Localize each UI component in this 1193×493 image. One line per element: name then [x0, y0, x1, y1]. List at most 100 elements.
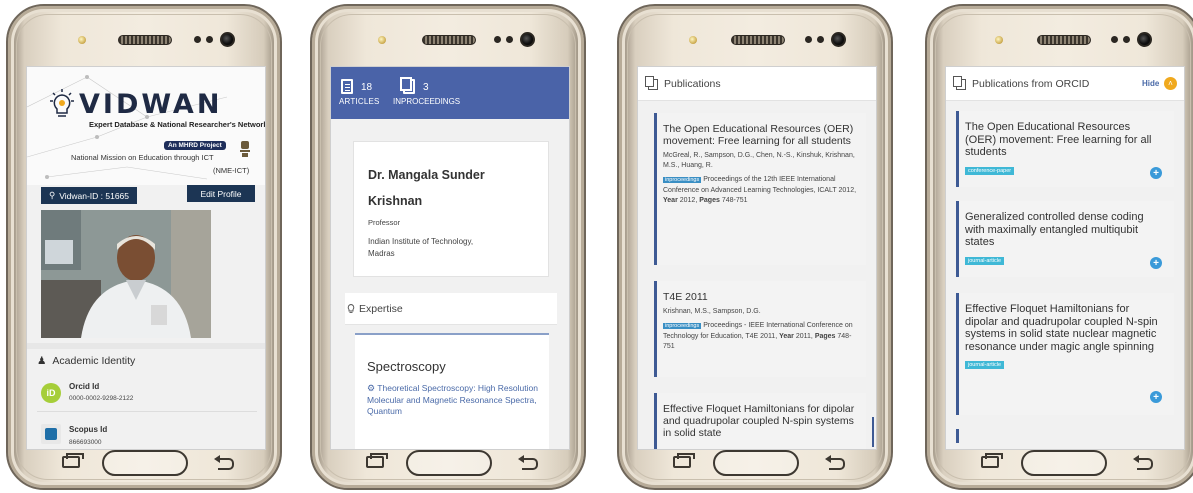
publication-item[interactable]: Effective Floquet Hamiltonians for dipol…	[654, 393, 866, 449]
year-value: 2012,	[679, 197, 698, 204]
vidwan-logo-text: VIDWAN	[79, 89, 223, 120]
sensor-dot	[506, 36, 513, 43]
recent-apps-icon[interactable]	[62, 453, 84, 468]
articles-label[interactable]: ARTICLES	[339, 97, 380, 106]
gear-icon: ⚙	[367, 383, 376, 393]
article-icon	[341, 79, 353, 94]
orcid-value[interactable]: 0000-0002-9298-2122	[69, 395, 133, 402]
speaker-grille	[1037, 35, 1091, 45]
orcid-publication-title[interactable]: Generalized controlled dense coding with…	[959, 201, 1174, 249]
home-button[interactable]	[406, 450, 492, 476]
home-button[interactable]	[1021, 450, 1107, 476]
orcid-publication-title[interactable]: Effective Floquet Hamiltonians for dipol…	[959, 293, 1174, 353]
recent-apps-icon[interactable]	[366, 453, 388, 468]
orcid-publication-item[interactable]: Effective Floquet Hamiltonians for dipol…	[956, 293, 1174, 415]
logo-subtitle: Expert Database & National Researcher's …	[89, 120, 266, 129]
sensor-dot	[805, 36, 812, 43]
add-icon[interactable]: +	[1150, 257, 1162, 269]
publications-title: Publications	[664, 78, 721, 90]
front-camera-icon	[220, 32, 235, 47]
back-icon[interactable]	[825, 454, 845, 470]
publication-title[interactable]: T4E 2011	[657, 281, 866, 303]
year-value: 2011,	[795, 332, 813, 340]
publication-title[interactable]: The Open Educational Resources (OER) mov…	[657, 113, 866, 147]
vidwan-id-badge: ⚲ Vidwan-ID : 51665	[41, 187, 137, 204]
person-icon: ♟	[37, 355, 47, 367]
scrollbar[interactable]	[872, 417, 874, 447]
expertise-topic-link[interactable]: ⚙ Theoretical Spectroscopy: High Resolut…	[367, 383, 543, 418]
researcher-institution: Indian Institute of Technology, Madras	[368, 237, 474, 258]
phone-frame-2: 18 ARTICLES 3 INPROCEEDINGS Dr. Mangala …	[310, 4, 586, 490]
publication-title[interactable]: Effective Floquet Hamiltonians for dipol…	[657, 393, 866, 439]
sensor-icon	[995, 36, 1003, 44]
orcid-publication-title[interactable]: The Open Educational Resources (OER) mov…	[959, 111, 1174, 159]
inproceedings-count: 3	[423, 82, 429, 93]
hardware-nav-bar	[639, 450, 871, 476]
academic-identity-label: Academic Identity	[52, 355, 136, 367]
recent-apps-icon[interactable]	[673, 453, 695, 468]
vidwan-header: VIDWAN Expert Database & National Resear…	[27, 67, 266, 185]
phone-frame-4: Publications from ORCID Hide ˄ The Open …	[925, 4, 1193, 490]
orcid-icon: iD	[41, 383, 61, 403]
mission-text: National Mission on Education through IC…	[71, 153, 214, 162]
sensor-icon	[378, 36, 386, 44]
year-label: Year	[663, 197, 678, 204]
sensor-dot	[206, 36, 213, 43]
phone-frame-1: VIDWAN Expert Database & National Resear…	[6, 4, 282, 490]
inproceedings-icon	[400, 77, 415, 94]
researcher-role: Professor	[368, 218, 401, 227]
profile-card: Dr. Mangala Sunder Krishnan Professor In…	[353, 141, 549, 277]
publication-authors: McGreal, R., Sampson, D.G., Chen, N.-S.,…	[663, 152, 855, 169]
recent-apps-icon[interactable]	[981, 453, 1003, 468]
expertise-topic-text[interactable]: Theoretical Spectroscopy: High Resolutio…	[367, 383, 538, 416]
front-camera-icon	[831, 32, 846, 47]
profile-summary-screen: 18 ARTICLES 3 INPROCEEDINGS Dr. Mangala …	[330, 66, 570, 450]
publication-item[interactable]: The Open Educational Resources (OER) mov…	[654, 113, 866, 265]
orcid-publication-item[interactable]: The Open Educational Resources (OER) mov…	[956, 111, 1174, 187]
bulb-logo-icon	[50, 89, 74, 117]
orcid-label: Orcid Id	[69, 382, 100, 391]
next-item-edge	[956, 429, 959, 443]
add-icon[interactable]: +	[1150, 167, 1162, 179]
orcid-publications-screen: Publications from ORCID Hide ˄ The Open …	[945, 66, 1185, 450]
expertise-title: Spectroscopy	[367, 359, 446, 374]
chevron-up-icon[interactable]: ˄	[1164, 77, 1177, 90]
publication-type-badge: inproceedings	[663, 177, 702, 183]
expertise-heading: Expertise	[345, 293, 557, 325]
edit-profile-button[interactable]: Edit Profile	[187, 185, 255, 202]
publication-venue: inproceedings Proceedings - IEEE Interna…	[657, 317, 866, 353]
bulb-icon	[347, 304, 355, 313]
scopus-value[interactable]: 866693000	[69, 439, 102, 446]
hardware-nav-bar	[28, 450, 260, 476]
hide-link[interactable]: Hide	[1142, 79, 1159, 88]
orcid-publication-item[interactable]: Generalized controlled dense coding with…	[956, 201, 1174, 277]
publication-item[interactable]: T4E 2011 Krishnan, M.S., Sampson, D.G. i…	[654, 281, 866, 377]
expertise-card: Spectroscopy ⚙ Theoretical Spectroscopy:…	[355, 333, 549, 449]
mhrd-badge: An MHRD Project	[164, 141, 226, 150]
national-emblem-icon	[240, 141, 250, 157]
home-button[interactable]	[713, 450, 799, 476]
hardware-nav-bar	[332, 450, 564, 476]
hardware-nav-bar	[947, 450, 1179, 476]
publication-venue: inproceedings Proceedings of the 12th IE…	[657, 171, 866, 207]
academic-identity-heading: ♟ Academic Identity	[37, 355, 135, 367]
row-divider	[37, 411, 257, 412]
speaker-grille	[731, 35, 785, 45]
copy-icon	[645, 76, 658, 90]
researcher-name: Dr. Mangala Sunder Krishnan	[368, 168, 485, 208]
bulb-icon: ⚲	[48, 190, 56, 200]
inproceedings-label[interactable]: INPROCEEDINGS	[393, 97, 460, 106]
back-icon[interactable]	[1133, 454, 1153, 470]
sensor-dot	[1123, 36, 1130, 43]
scopus-label: Scopus Id	[69, 425, 108, 434]
back-icon[interactable]	[518, 454, 538, 470]
copy-icon	[953, 76, 966, 90]
section-divider	[27, 343, 265, 349]
publication-stats-bar: 18 ARTICLES 3 INPROCEEDINGS	[331, 67, 569, 119]
publication-type-badge: conference-paper	[965, 166, 1015, 175]
add-icon[interactable]: +	[1150, 391, 1162, 403]
home-button[interactable]	[102, 450, 188, 476]
speaker-grille	[118, 35, 172, 45]
back-icon[interactable]	[214, 454, 234, 470]
sensor-dot	[817, 36, 824, 43]
